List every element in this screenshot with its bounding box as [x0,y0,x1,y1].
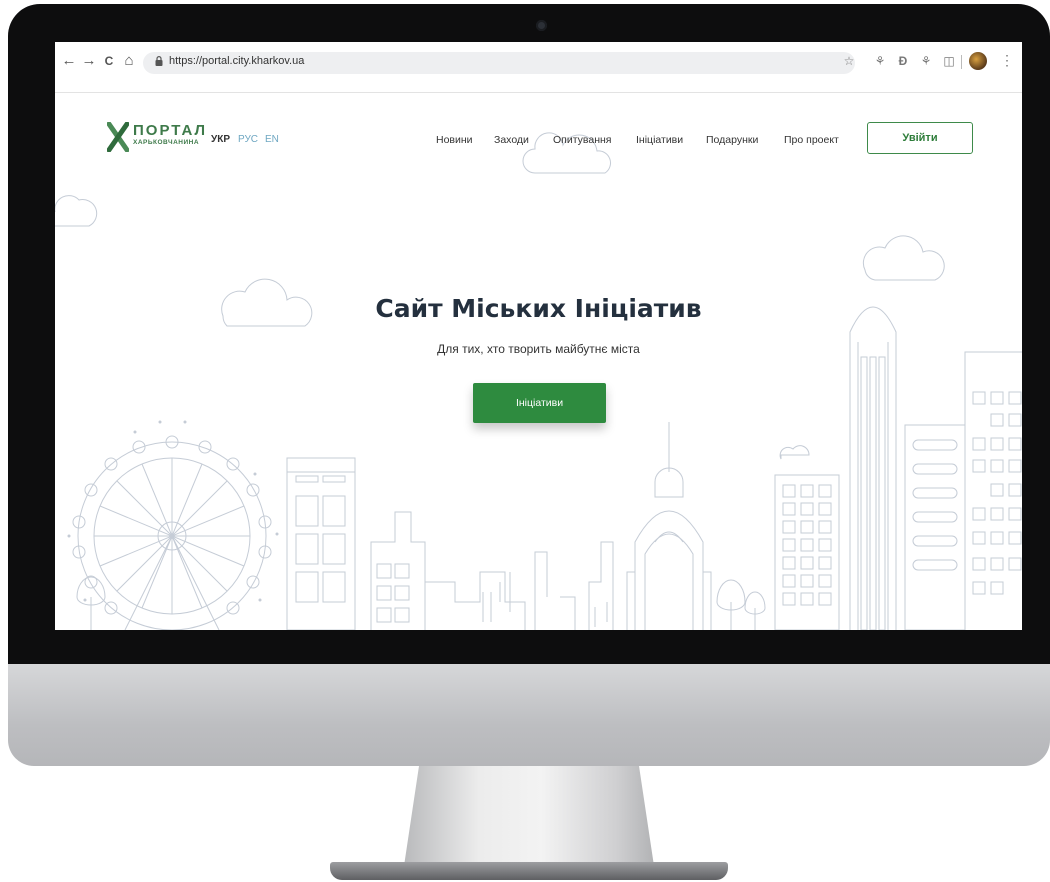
hero-subtitle: Для тих, хто творить майбутнє міста [437,342,640,356]
login-button[interactable]: Увійти [867,122,973,154]
nav-events[interactable]: Заходи [494,134,529,146]
building [588,541,614,630]
nav-initiatives[interactable]: Ініціативи [636,134,683,146]
tree [76,576,106,630]
building [774,474,840,630]
building [286,457,356,630]
tree [716,579,746,630]
logo-title[interactable]: ПОРТАЛ [133,122,207,139]
extension-icon-4[interactable]: ◫ [942,54,956,68]
url-text[interactable]: https://portal.city.kharkov.ua [169,55,304,67]
building [904,424,966,630]
arch-tower [626,422,712,630]
extension-icon-1[interactable]: ⚘ [873,54,887,68]
cloud [779,445,810,460]
home-icon[interactable]: ⌂ [121,52,137,69]
reload-icon[interactable]: C [101,54,117,68]
browser-toolbar: ← → C ⌂ https://portal.city.kharkov.ua ☆… [55,42,1022,93]
forward-icon[interactable]: → [81,52,97,69]
city-skyline-illustration [55,132,1022,630]
initiatives-button[interactable]: Ініціативи [473,383,606,423]
screen: ← → C ⌂ https://portal.city.kharkov.ua ☆… [55,42,1022,630]
extension-icon-2[interactable]: Ð [896,54,910,68]
cloud [862,235,945,281]
bookmark-star-icon[interactable]: ☆ [842,54,856,68]
camera-icon [536,20,547,31]
cloud [55,195,98,227]
hero-title: Сайт Міських Ініціатив [375,294,702,323]
profile-avatar[interactable] [969,52,987,70]
site-logo-icon[interactable] [107,122,129,152]
building [370,511,426,630]
logo-subtitle: ХАРЬКОВЧАНИНА [133,139,200,146]
monitor-stand-base [330,862,728,880]
monitor-stand [404,766,654,866]
monitor-chin [8,664,1050,766]
nav-news[interactable]: Новини [436,134,473,146]
lock-icon [155,56,163,66]
toolbar-divider [961,55,962,69]
back-icon[interactable]: ← [61,52,77,69]
language-ukr[interactable]: УКР [211,134,230,145]
language-en[interactable]: EN [265,134,279,145]
nav-about[interactable]: Про проект [784,134,839,146]
browser-menu-icon[interactable]: ⋮ [1000,52,1014,69]
building [964,351,1022,630]
language-rus[interactable]: РУС [238,134,258,145]
building [424,551,576,630]
extension-icon-3[interactable]: ⚘ [919,54,933,68]
nav-gifts[interactable]: Подарунки [706,134,758,146]
nav-polls[interactable]: Опитування [553,134,611,146]
tree [744,591,766,630]
